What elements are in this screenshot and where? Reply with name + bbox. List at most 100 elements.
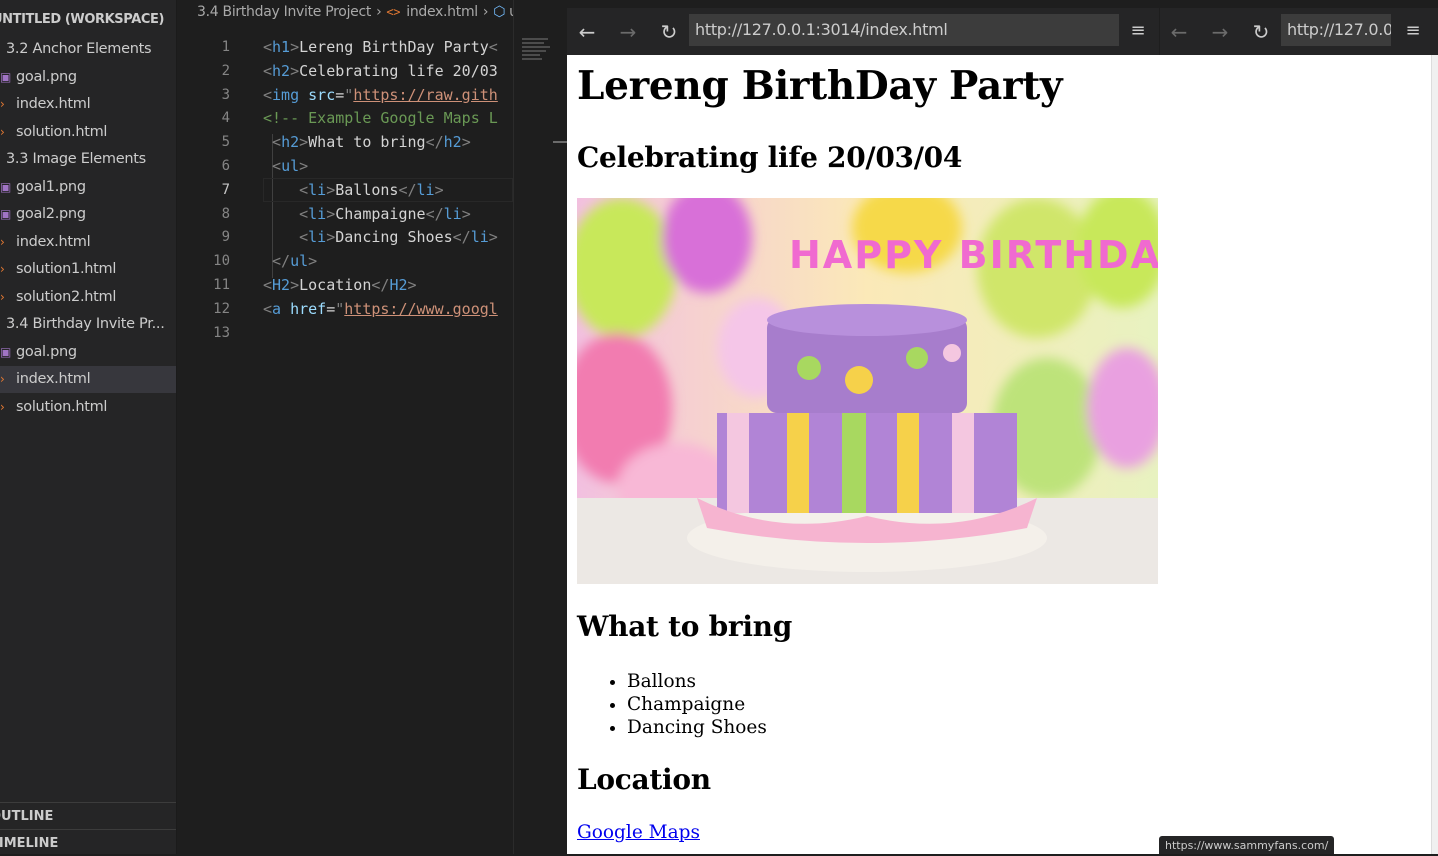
line-number: 2: [221, 62, 230, 79]
tree-file[interactable]: › index.html: [0, 366, 176, 393]
tree-file[interactable]: ▣ goal1.png: [0, 174, 176, 201]
code-line[interactable]: 4 <!-- Example Google Maps L: [177, 106, 513, 130]
rendered-page: Lereng BirthDay Party Celebrating life 2…: [577, 55, 1438, 854]
forward-arrow-icon[interactable]: →: [1206, 18, 1234, 46]
code-token: >: [461, 204, 471, 223]
page-subtitle: Celebrating life 20/03/04: [577, 141, 963, 174]
browser-scrollbar[interactable]: [1431, 55, 1438, 854]
code-token: <: [299, 228, 309, 247]
code-line[interactable]: 5 <h2>What to bring</h2>: [177, 130, 513, 154]
html-file-icon: ›: [0, 289, 5, 304]
code-text: <h1>Lereng BirthDay Party<: [263, 35, 498, 59]
code-token: img: [272, 85, 300, 104]
code-text: <!-- Example Google Maps L: [263, 106, 498, 130]
line-number: 8: [221, 205, 230, 222]
list-item: Ballons: [627, 670, 767, 693]
tree-item-label: goal.png: [16, 68, 77, 85]
tree-file[interactable]: › solution.html: [0, 394, 176, 421]
outline-section[interactable]: OUTLINE: [0, 802, 176, 830]
code-line[interactable]: 9 <li>Dancing Shoes</li>: [177, 225, 513, 249]
code-line[interactable]: 3 <img src="https://raw.gith: [177, 83, 513, 107]
tree-file[interactable]: › index.html: [0, 229, 176, 256]
code-token: <: [272, 157, 282, 175]
code-token: <: [299, 204, 309, 223]
breadcrumb-folder[interactable]: 3.4 Birthday Invite Project: [197, 4, 371, 20]
code-line[interactable]: 10 </ul>: [177, 249, 513, 273]
code-token: <: [263, 85, 273, 104]
status-url: https://www.sammyfans.com/: [1159, 836, 1335, 854]
code-editor[interactable]: 3.4 Birthday Invite Project › <> index.html…: [177, 0, 513, 854]
code-line[interactable]: 8 <li>Champaigne</li>: [177, 202, 513, 226]
code-line[interactable]: 6 <ul>: [177, 154, 513, 178]
reload-icon[interactable]: ↻: [655, 18, 683, 46]
minimap-line: [522, 58, 542, 60]
code-line[interactable]: 13: [177, 321, 513, 345]
tree-folder[interactable]: 3.3 Image Elements: [0, 146, 176, 173]
code-text: <h2>Celebrating life 20/03: [263, 59, 498, 83]
tree-file[interactable]: ▣ goal.png: [0, 339, 176, 366]
editor-scrollbar[interactable]: [553, 0, 567, 854]
timeline-section[interactable]: TIMELINE: [0, 829, 176, 854]
code-text: <li>Dancing Shoes</li>: [263, 225, 498, 249]
minimap-line: [522, 46, 550, 48]
tree-file[interactable]: › index.html: [0, 91, 176, 118]
code-token: H2: [389, 276, 408, 294]
workspace-title[interactable]: UNTITLED (WORKSPACE): [0, 12, 164, 27]
code-token: Ballons: [335, 180, 399, 199]
image-file-icon: ▣: [0, 179, 12, 194]
back-arrow-icon[interactable]: ←: [1165, 18, 1193, 46]
tree-file[interactable]: › solution2.html: [0, 284, 176, 311]
tree-item-label: goal.png: [16, 343, 77, 360]
tree-file[interactable]: ▣ goal.png: [0, 64, 176, 91]
tree-file[interactable]: ▣ goal2.png: [0, 201, 176, 228]
code-line[interactable]: 2 <h2>Celebrating life 20/03: [177, 59, 513, 83]
image-file-icon: ▣: [0, 344, 12, 359]
tree-file[interactable]: › solution.html: [0, 119, 176, 146]
back-arrow-icon[interactable]: ←: [573, 18, 601, 46]
tree-item-label: solution1.html: [16, 261, 117, 277]
code-token: li: [308, 228, 327, 247]
minimap[interactable]: [513, 0, 554, 854]
code-line[interactable]: 12 <a href="https://www.googl: [177, 297, 513, 321]
forward-arrow-icon[interactable]: →: [614, 18, 642, 46]
google-maps-link[interactable]: Google Maps: [577, 822, 700, 843]
menu-icon[interactable]: ≡: [1400, 18, 1426, 44]
code-token: <: [272, 133, 282, 152]
code-token: href: [290, 299, 327, 318]
scroll-marker: [553, 141, 567, 143]
image-file-icon: ▣: [0, 207, 12, 221]
tree-folder[interactable]: 3.2 Anchor Elements: [0, 36, 176, 63]
tree-file[interactable]: › solution1.html: [0, 256, 176, 283]
tree-folder[interactable]: 3.4 Birthday Invite Pr...: [0, 311, 176, 338]
url-field-second[interactable]: http://127.0.0.: [1281, 14, 1391, 46]
list-item: Dancing Shoes: [627, 716, 767, 739]
code-token: h2: [272, 61, 291, 80]
code-token: >: [299, 157, 309, 175]
breadcrumb: 3.4 Birthday Invite Project › <> index.html…: [177, 0, 513, 22]
code-line[interactable]: 11 <H2>Location</H2>: [177, 273, 513, 297]
line-number: 12: [213, 300, 230, 317]
code-token: >: [407, 276, 417, 294]
tree-item-label: goal2.png: [16, 206, 86, 222]
code-line[interactable]: 1 <h1>Lereng BirthDay Party<: [177, 35, 513, 59]
code-token: </: [398, 180, 417, 199]
cake-topper-letters: HAPPY BIRTHDAY: [789, 233, 1158, 277]
code-token: ul: [290, 252, 309, 271]
breadcrumb-file[interactable]: index.html: [406, 4, 478, 20]
outline-label: OUTLINE: [0, 809, 54, 824]
bring-list: Ballons Champaigne Dancing Shoes: [577, 670, 767, 739]
line-number: 4: [221, 110, 230, 127]
code-text: <ul>: [263, 154, 308, 178]
url-field[interactable]: http://127.0.0.1:3014/index.html: [689, 14, 1119, 46]
reload-icon[interactable]: ↻: [1247, 18, 1275, 46]
code-line[interactable]: 7 <li>Ballons</li>: [177, 177, 513, 202]
line-number: 11: [213, 277, 230, 293]
code-token: Location: [299, 276, 372, 294]
line-number: 6: [221, 158, 230, 174]
code-token: li: [308, 204, 327, 223]
explorer-sidebar: UNTITLED (WORKSPACE) 3.2 Anchor Elements…: [0, 0, 177, 854]
menu-icon[interactable]: ≡: [1125, 18, 1151, 44]
code-token: li: [308, 180, 327, 199]
timeline-label: TIMELINE: [0, 836, 59, 851]
